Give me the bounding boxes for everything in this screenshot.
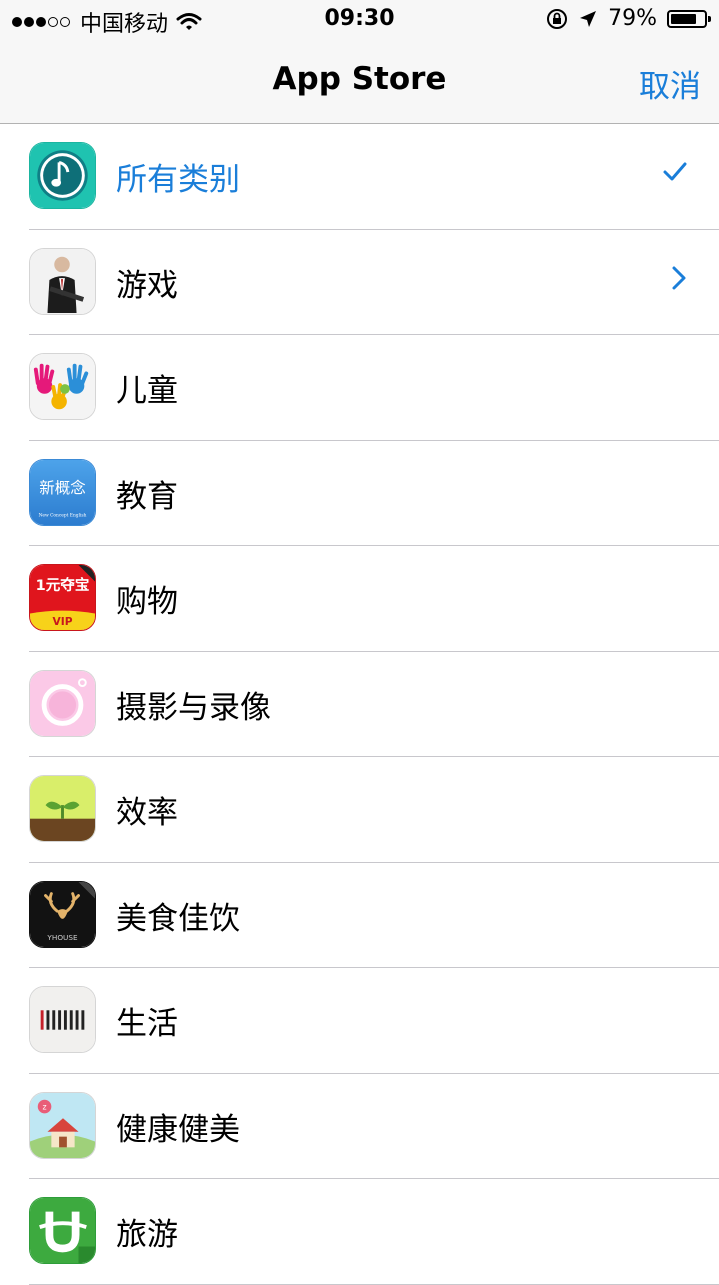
hitman-game-icon [29, 247, 96, 315]
category-label: 生活 [116, 1006, 178, 1042]
sprout-icon [29, 775, 96, 842]
category-row-food-drink[interactable]: YHOUSE 美食佳饮 [0, 863, 719, 969]
category-label: 儿童 [116, 373, 178, 409]
category-row-lifestyle[interactable]: 生活 [0, 968, 719, 1074]
orientation-lock-icon [547, 8, 568, 29]
new-concept-english-icon: 新概念 New Concept English [29, 458, 96, 526]
wifi-icon [176, 13, 202, 30]
signal-strength-icon [12, 17, 72, 27]
category-label: 教育 [116, 478, 178, 515]
music-app-icon [29, 142, 96, 209]
page-title: App Store [272, 61, 447, 97]
category-label: 购物 [116, 584, 178, 620]
category-row-education[interactable]: 新概念 New Concept English 教育 [0, 441, 719, 547]
category-label: 所有类别 [116, 162, 240, 198]
icon-text: 1元夺宝 [36, 576, 90, 594]
svg-text:z: z [43, 1102, 47, 1111]
shopping-vip-icon: 1元夺宝 VIP [29, 564, 96, 631]
category-row-games[interactable]: 游戏 [0, 230, 719, 336]
category-label: 健康健美 [116, 1111, 240, 1148]
category-row-health-fitness[interactable]: z 健康健美 [0, 1074, 719, 1180]
pink-camera-icon [29, 669, 96, 737]
icon-text: YHOUSE [46, 933, 78, 942]
sleep-house-icon: z [29, 1091, 96, 1159]
checkmark-icon [663, 162, 687, 181]
chevron-right-icon [672, 266, 686, 289]
icon-text: 新概念 [39, 477, 86, 496]
category-list: 所有类别 游戏 儿童 新概念 New Concept English 教育 1元… [0, 124, 719, 1285]
battery-percent: 79% [608, 6, 657, 31]
category-label: 旅游 [116, 1217, 178, 1253]
carrier-name: 中国移动 [80, 12, 169, 37]
battery-icon [667, 9, 711, 28]
category-row-photo-video[interactable]: 摄影与录像 [0, 652, 719, 758]
location-icon [580, 10, 597, 27]
cancel-button[interactable]: 取消 [639, 61, 701, 106]
yhouse-deer-icon: YHOUSE [29, 880, 96, 948]
category-label: 效率 [116, 795, 178, 831]
icon-subtext: New Concept English [39, 513, 87, 518]
barcode-icon [29, 986, 96, 1053]
category-label: 摄影与录像 [116, 689, 271, 726]
navigation-bar: App Store 取消 [0, 40, 719, 124]
category-row-productivity[interactable]: 效率 [0, 757, 719, 863]
icon-badge: VIP [52, 615, 72, 628]
status-bar: 中国移动 09:30 79% [0, 0, 719, 40]
colorful-hands-icon [29, 353, 96, 420]
category-row-travel[interactable]: 旅游 [0, 1179, 719, 1285]
category-label: 游戏 [116, 267, 178, 304]
category-row-shopping[interactable]: 1元夺宝 VIP 购物 [0, 546, 719, 652]
category-row-all[interactable]: 所有类别 [0, 124, 719, 230]
category-row-kids[interactable]: 儿童 [0, 335, 719, 441]
green-u-icon [29, 1197, 96, 1264]
category-label: 美食佳饮 [116, 900, 240, 937]
